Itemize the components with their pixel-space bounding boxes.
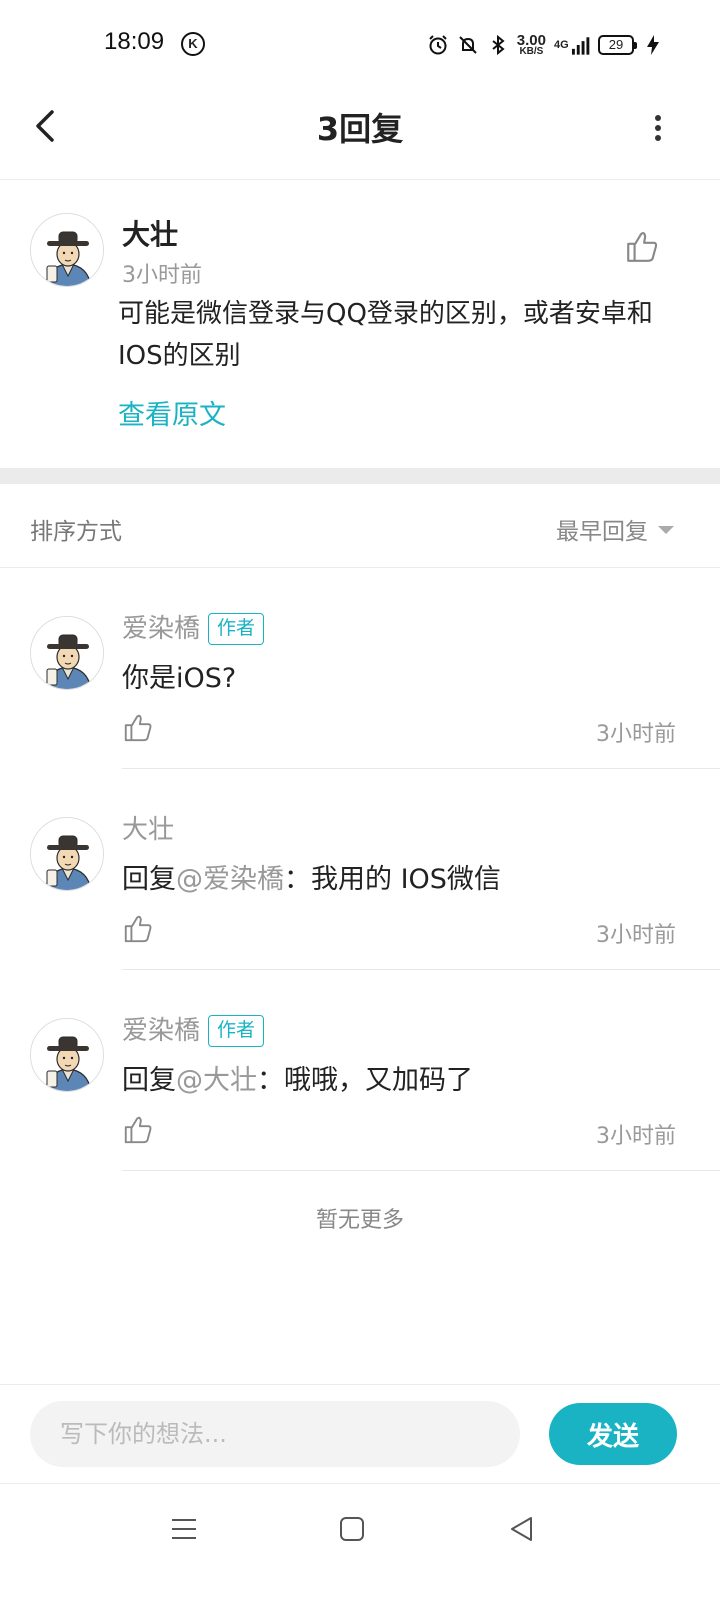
- mute-bell-icon: [457, 34, 479, 56]
- reply-author-line: 爱染橋 作者: [122, 608, 265, 645]
- reply-author[interactable]: 爱染橋: [122, 614, 200, 644]
- reply-time: 3小时前: [596, 1124, 676, 1149]
- reply-mention[interactable]: @爱染橋: [176, 864, 284, 895]
- cell-signal-icon: 4G: [554, 34, 590, 56]
- thumbs-up-icon: [124, 714, 152, 742]
- triangle-back-icon: [511, 1517, 532, 1541]
- comment-time: 3小时前: [122, 263, 202, 288]
- main-comment: 大壮 3小时前 可能是微信登录与QQ登录的区别，或者安卓和IOS的区别 查看原文: [0, 181, 720, 468]
- reply-divider: [122, 1170, 720, 1171]
- comment-input[interactable]: [30, 1401, 520, 1467]
- battery-icon: 29: [598, 35, 637, 55]
- avatar[interactable]: [30, 213, 104, 287]
- bluetooth-icon: [487, 34, 509, 56]
- reply-time: 3小时前: [596, 722, 676, 747]
- like-button[interactable]: [122, 913, 154, 945]
- reply-body: ：我用的 IOS微信: [284, 864, 501, 895]
- menu-icon: [172, 1519, 196, 1539]
- reply-body: ：哦哦，又加码了: [257, 1065, 473, 1096]
- comment-input-bar: 发送: [0, 1384, 720, 1484]
- reply-text: 回复@爱染橋：我用的 IOS微信: [122, 857, 501, 896]
- sort-selected-value: 最早回复: [556, 519, 648, 545]
- like-button[interactable]: [624, 229, 660, 265]
- comment-text: 可能是微信登录与QQ登录的区别，或者安卓和IOS的区别: [118, 299, 653, 371]
- avatar[interactable]: [30, 616, 104, 690]
- caret-down-icon: [658, 526, 674, 534]
- status-icons: 3.00 KB/S 4G 29: [427, 30, 664, 60]
- k-app-icon: K: [181, 32, 205, 56]
- reply-prefix: 回复: [122, 864, 176, 895]
- system-nav-bar: [0, 1485, 720, 1600]
- avatar[interactable]: [30, 817, 104, 891]
- alarm-icon: [427, 34, 449, 56]
- status-bar: 18:09 K 3.00 KB/S 4G 29: [0, 0, 720, 88]
- reply-text: 回复@大壮：哦哦，又加码了: [122, 1058, 473, 1097]
- no-more-label: 暂无更多: [315, 1208, 404, 1233]
- view-original-link[interactable]: 查看原文: [118, 393, 226, 432]
- reply-author-line: 大壮: [122, 809, 174, 846]
- thumbs-up-icon: [124, 915, 152, 943]
- reply-body: 你是iOS?: [122, 663, 237, 694]
- reply-author-line: 爱染橋 作者: [122, 1010, 265, 1047]
- page-title: 3回复: [316, 110, 404, 148]
- thumbs-up-icon: [124, 1116, 152, 1144]
- network-type-label: 4G: [554, 39, 569, 51]
- send-button[interactable]: 发送: [549, 1403, 677, 1465]
- charging-icon: [642, 34, 664, 56]
- network-speed-unit: KB/S: [519, 45, 544, 57]
- reply-prefix: 回复: [122, 1065, 176, 1096]
- like-button[interactable]: [122, 712, 154, 744]
- nav-menu-button[interactable]: [164, 1509, 204, 1549]
- avatar[interactable]: [30, 1018, 104, 1092]
- comment-author[interactable]: 大壮: [122, 213, 178, 253]
- sort-dropdown[interactable]: 最早回复: [556, 512, 674, 546]
- top-app-bar: 3回复: [0, 88, 720, 180]
- author-badge: 作者: [208, 613, 265, 645]
- sort-bar: 排序方式 最早回复: [0, 484, 720, 568]
- reply-author[interactable]: 爱染橋: [122, 1016, 200, 1046]
- reply-item: 爱染橋 作者 你是iOS? 3小时前: [0, 568, 720, 769]
- like-button[interactable]: [122, 1114, 154, 1146]
- square-icon: [340, 1517, 364, 1541]
- reply-author[interactable]: 大壮: [122, 815, 174, 845]
- reply-time: 3小时前: [596, 923, 676, 948]
- author-badge: 作者: [208, 1015, 265, 1047]
- sort-label: 排序方式: [30, 519, 122, 545]
- thumbs-up-icon: [627, 232, 658, 262]
- status-time: 18:09: [104, 28, 165, 55]
- nav-home-button[interactable]: [332, 1509, 372, 1549]
- reply-mention[interactable]: @大壮: [176, 1065, 257, 1096]
- network-speed: 3.00 KB/S: [517, 33, 546, 57]
- section-divider: [0, 468, 720, 484]
- nav-back-button[interactable]: [502, 1509, 542, 1549]
- vertical-dots-icon: [655, 115, 661, 121]
- reply-text: 你是iOS?: [122, 656, 236, 695]
- reply-item: 大壮 回复@爱染橋：我用的 IOS微信 3小时前: [0, 769, 720, 970]
- reply-item: 爱染橋 作者 回复@大壮：哦哦，又加码了 3小时前: [0, 970, 720, 1171]
- more-options-button[interactable]: [648, 110, 668, 146]
